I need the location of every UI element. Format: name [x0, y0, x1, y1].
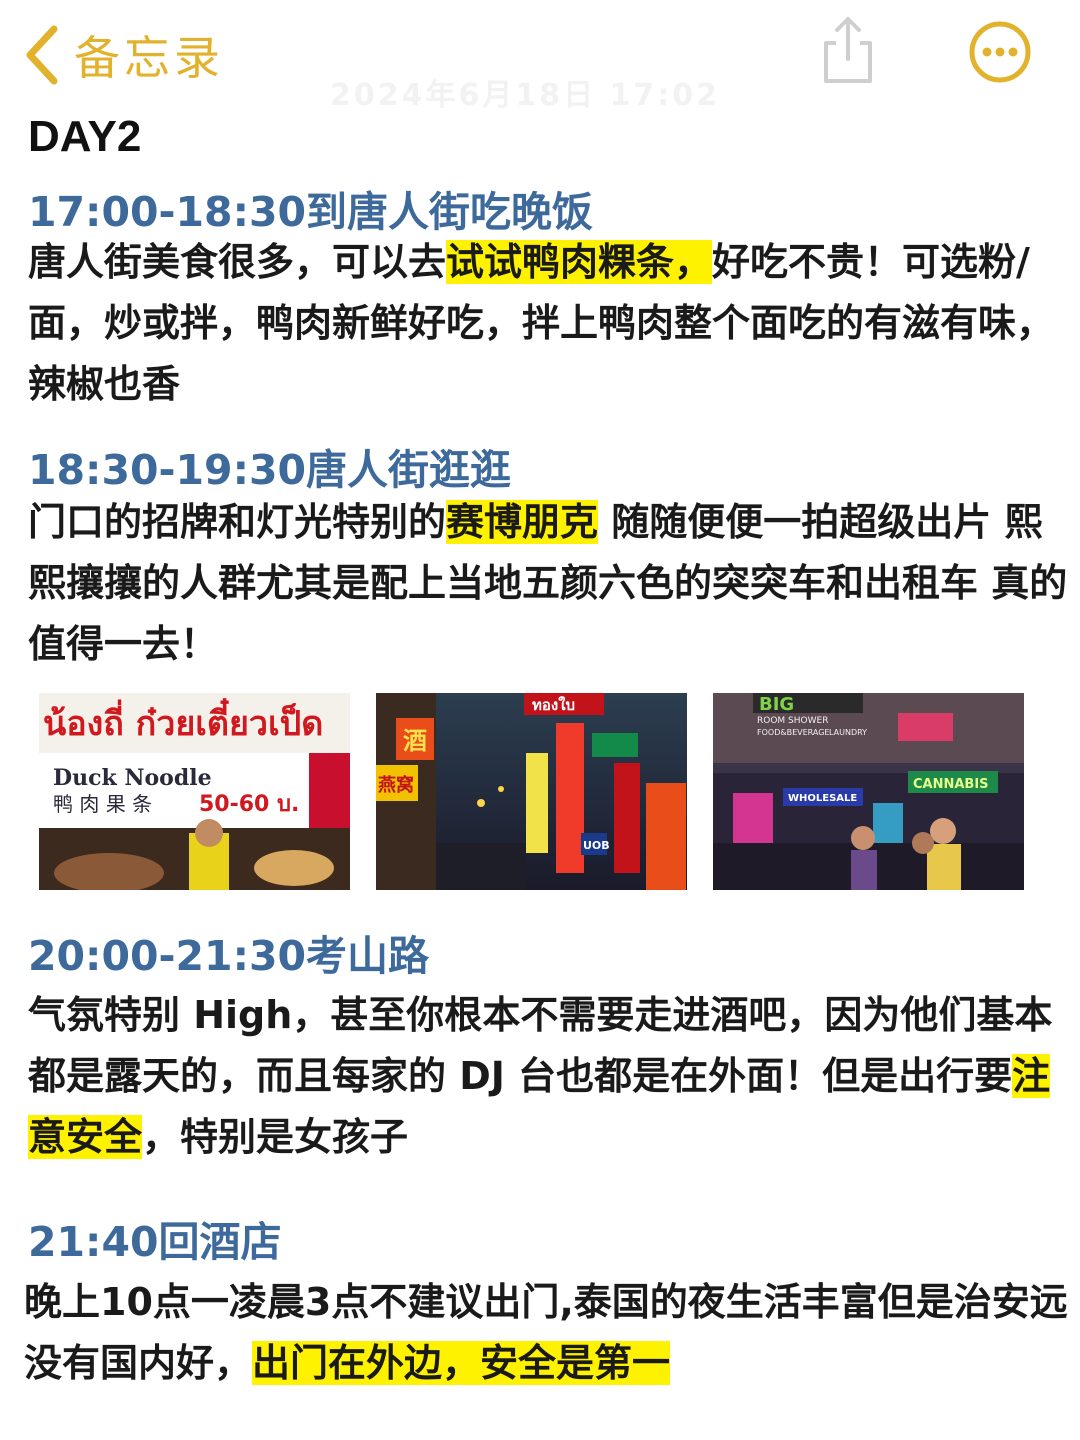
highlight-text: 试试鸭肉粿条，: [446, 240, 713, 284]
sign-price: 50-60 บ.: [199, 792, 299, 817]
section-text-dinner: 唐人街美食很多，可以去试试鸭肉粿条，好吃不贵！可选粉/面，炒或拌，鸭肉新鲜好吃，…: [28, 232, 1078, 415]
sign-wine: 酒: [403, 727, 427, 755]
body-text: 唐人街美食很多，可以去: [28, 240, 447, 284]
note-date: 2024年6月18日 17:02: [330, 78, 721, 113]
sign-big: BIG: [759, 694, 794, 715]
photo-chinatown-neon[interactable]: 酒 燕窝 ทองใบ UOB: [376, 693, 687, 890]
section-text-hotel: 晚上10点一凌晨3点不建议出门,泰国的夜生活丰富但是治安远没有国内好，出门在外边…: [24, 1272, 1074, 1394]
back-label: 备忘录: [74, 31, 224, 85]
photo-khaosan-road[interactable]: BIG ROOM SHOWER FOOD&BEVERAGE LAUNDRY CA…: [713, 693, 1024, 890]
sign-room: ROOM SHOWER: [757, 716, 828, 726]
sign-english: Duck Noodle: [53, 765, 212, 791]
share-button[interactable]: [818, 15, 878, 89]
highlight-text: 出门在外边，安全是第一: [252, 1341, 671, 1385]
section-heading-chinatown: 18:30-19:30唐人街逛逛: [28, 446, 512, 494]
section-heading-dinner: 17:00-18:30到唐人街吃晚饭: [28, 188, 594, 236]
sign-thai: น้องถี่ ก๋วยเตี๋ยวเป็ด: [43, 697, 323, 744]
sign-top: ทองใบ: [532, 696, 575, 714]
section-heading-khaosan: 20:00-21:30考山路: [28, 932, 430, 980]
sign-bank: UOB: [583, 839, 610, 852]
sign-cannabis: CANNABIS: [913, 777, 989, 792]
section-heading-hotel: 21:40回酒店: [28, 1218, 282, 1266]
nav-bar: 备忘录 2024年6月18日 17:02: [0, 0, 1080, 113]
chevron-left-icon: [22, 25, 60, 85]
photo-duck-noodle-stall[interactable]: น้องถี่ ก๋วยเตี๋ยวเป็ด Duck Noodle 鸭 肉 果…: [39, 693, 350, 890]
more-icon: [968, 21, 1032, 88]
section-text-chinatown: 门口的招牌和灯光特别的赛博朋克 随随便便一拍超级出片 熙熙攘攘的人群尤其是配上当…: [28, 492, 1078, 675]
day-title: DAY2: [28, 112, 142, 161]
body-text: 门口的招牌和灯光特别的: [28, 500, 447, 544]
body-text: 气氛特别 High，甚至你根本不需要走进酒吧，因为他们基本都是露天的，而且每家的…: [28, 993, 1053, 1098]
sign-chinese: 鸭 肉 果 条: [53, 792, 152, 816]
more-button[interactable]: [968, 20, 1032, 88]
highlight-text: 赛博朋克: [446, 500, 599, 544]
back-button[interactable]: 备忘录: [22, 22, 224, 88]
sign-birdnest: 燕窝: [378, 774, 414, 796]
share-icon: [818, 17, 878, 89]
sign-laundry: LAUNDRY: [829, 728, 867, 737]
sign-food: FOOD&BEVERAGE: [757, 728, 829, 737]
notes-page: 备忘录 2024年6月18日 17:02 DAY2 17:00-18:30到唐人…: [0, 0, 1080, 1440]
section-text-khaosan: 气氛特别 High，甚至你根本不需要走进酒吧，因为他们基本都是露天的，而且每家的…: [28, 985, 1078, 1168]
body-text: ，特别是女孩子: [142, 1115, 409, 1159]
sign-wholesale: WHOLESALE: [788, 793, 857, 804]
